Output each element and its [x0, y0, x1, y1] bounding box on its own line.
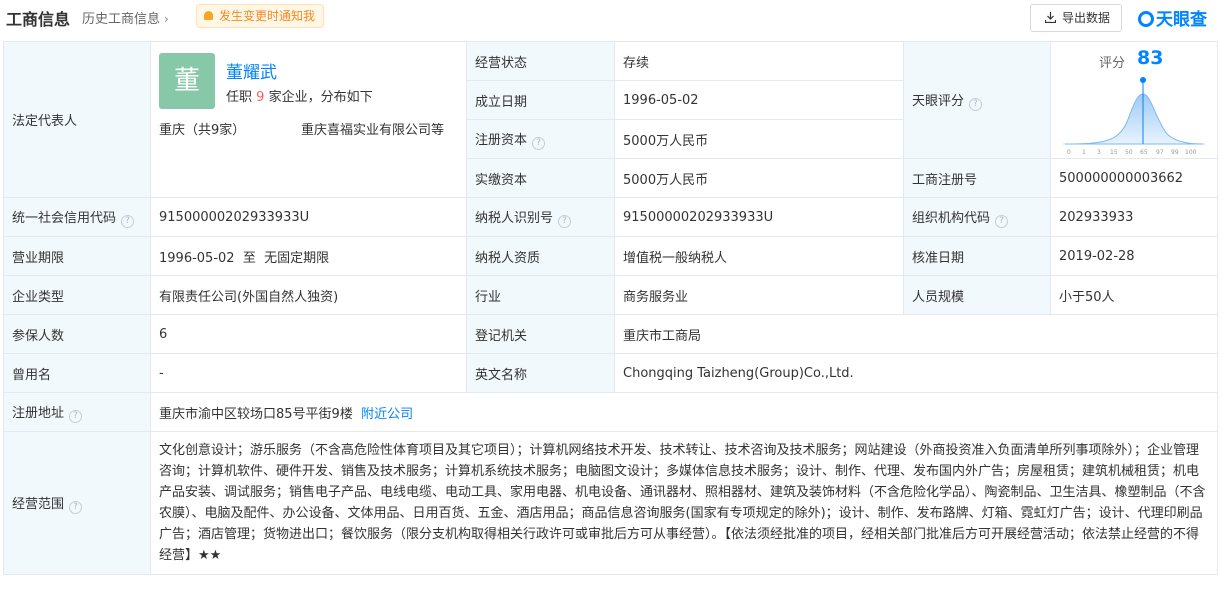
former-name-value: -: [150, 353, 467, 393]
help-icon[interactable]: ?: [558, 214, 572, 228]
taxpayer-id-label: 纳税人识别号: [475, 210, 554, 226]
section-title: 工商信息: [6, 10, 71, 29]
tick-label: 15: [1110, 149, 1118, 156]
score-marker: [1140, 77, 1146, 83]
authority-value: 重庆市工商局: [614, 314, 1218, 354]
insured-label: 参保人数: [3, 314, 151, 354]
tick-label: 0: [1067, 149, 1071, 156]
avatar[interactable]: 董: [159, 53, 215, 109]
credit-code-label: 统一社会信用代码: [12, 210, 117, 226]
en-name-label: 英文名称: [466, 353, 615, 393]
chevron-right-icon: ›: [164, 12, 169, 26]
legal-rep-city[interactable]: 重庆（共9家）: [159, 119, 245, 138]
approve-label: 核准日期: [903, 236, 1051, 276]
address-label: 注册地址: [12, 405, 65, 421]
nearby-companies-link[interactable]: 附近公司: [361, 407, 413, 422]
taxpayer-qual-label: 纳税人资质: [466, 236, 615, 276]
founded-label: 成立日期: [466, 80, 615, 120]
history-label: 历史工商信息: [82, 12, 161, 27]
help-icon[interactable]: ?: [69, 409, 83, 423]
founded-value: 1996-05-02: [614, 80, 904, 120]
tick-label: 65: [1140, 149, 1148, 156]
legal-rep-cell: 董 董耀武 任职 9 家企业，分布如下 重庆（共9家） 重庆喜福实业有限公司等: [150, 41, 467, 198]
score-value: 83: [1137, 47, 1164, 69]
tick-label: 99: [1171, 149, 1179, 156]
staff-label: 人员规模: [903, 275, 1051, 315]
org-code-label: 组织机构代码: [912, 210, 991, 226]
export-label: 导出数据: [1062, 11, 1111, 25]
taxpayer-id-value: 91500000202933933U: [614, 197, 904, 237]
address-value: 重庆市渝中区较场口85号平街9楼: [159, 406, 353, 422]
tick-label: 50: [1125, 149, 1133, 156]
help-icon[interactable]: ?: [532, 136, 546, 150]
scope-label-cell: 经营范围?: [3, 431, 151, 575]
history-link[interactable]: 历史工商信息 ›: [82, 8, 169, 27]
address-cell: 重庆市渝中区较场口85号平街9楼 附近公司: [150, 392, 1218, 432]
approve-value: 2019-02-28: [1050, 236, 1218, 276]
help-icon[interactable]: ?: [121, 214, 135, 228]
industry-value: 商务服务业: [614, 275, 904, 315]
org-code-value: 202933933: [1050, 197, 1218, 237]
score-distribution-chart: 0 1 3 15 50 65 97 99 100: [1063, 77, 1205, 156]
tianyancha-logo: 天眼查: [1138, 5, 1207, 30]
term-label: 营业期限: [3, 236, 151, 276]
score-cell: 评分 83 0 1 3 15 50 65 97 99 100: [1050, 41, 1218, 159]
score-title: 评分: [1099, 56, 1126, 71]
scope-label: 经营范围: [12, 496, 65, 512]
reg-no-label: 工商注册号: [903, 158, 1051, 198]
tick-label: 3: [1097, 149, 1101, 156]
legal-rep-company[interactable]: 重庆喜福实业有限公司等: [301, 119, 444, 138]
paid-capital-value: 5000万人民币: [614, 158, 904, 198]
address-label-cell: 注册地址?: [3, 392, 151, 432]
notify-button[interactable]: 发生变更时通知我: [196, 4, 325, 28]
former-name-label: 曾用名: [3, 353, 151, 393]
industry-label: 行业: [466, 275, 615, 315]
reg-no-value: 500000000003662: [1050, 158, 1218, 198]
authority-label: 登记机关: [466, 314, 615, 354]
tick-labels: 0 1 3 15 50 65 97 99 100: [1067, 149, 1197, 156]
term-value: 1996-05-02 至 无固定期限: [150, 236, 467, 276]
status-label: 经营状态: [466, 41, 615, 81]
bell-icon: [204, 11, 213, 20]
type-label: 企业类型: [3, 275, 151, 315]
legal-rep-count: 任职 9 家企业，分布如下: [226, 86, 373, 105]
count-suffix: 家企业，分布如下: [268, 90, 373, 105]
legal-rep-label: 法定代表人: [3, 41, 151, 198]
score-label-cell: 天眼评分?: [903, 41, 1051, 159]
tick-label: 97: [1156, 149, 1164, 156]
logo-text: 天眼查: [1156, 10, 1207, 30]
credit-code-value: 91500000202933933U: [150, 197, 467, 237]
taxpayer-qual-value: 增值税一般纳税人: [614, 236, 904, 276]
section-header: 工商信息 历史工商信息 › 发生变更时通知我 导出数据 天眼查: [0, 0, 1224, 36]
credit-code-label-cell: 统一社会信用代码?: [3, 197, 151, 237]
paid-capital-label: 实缴资本: [466, 158, 615, 198]
staff-value: 小于50人: [1050, 275, 1218, 315]
status-value: 存续: [614, 41, 904, 81]
reg-capital-label: 注册资本: [475, 132, 528, 148]
taxpayer-id-label-cell: 纳税人识别号?: [466, 197, 615, 237]
tick-label: 100: [1185, 149, 1197, 156]
distribution-curve: [1064, 93, 1204, 145]
count-number: 9: [256, 90, 265, 105]
score-label: 天眼评分: [912, 93, 965, 109]
help-icon[interactable]: ?: [995, 214, 1009, 228]
help-icon[interactable]: ?: [69, 500, 83, 514]
reg-capital-label-cell: 注册资本?: [466, 119, 615, 159]
help-icon[interactable]: ?: [969, 97, 983, 111]
business-info-table: 法定代表人 董 董耀武 任职 9 家企业，分布如下 重庆（共9家） 重庆喜福实业…: [3, 41, 1218, 575]
legal-rep-name[interactable]: 董耀武: [226, 58, 277, 83]
count-prefix: 任职: [226, 90, 253, 105]
type-value: 有限责任公司(外国自然人独资): [150, 275, 467, 315]
notify-label: 发生变更时通知我: [219, 9, 316, 23]
export-button[interactable]: 导出数据: [1030, 4, 1122, 32]
download-icon: [1045, 12, 1056, 23]
en-name-value: Chongqing Taizheng(Group)Co.,Ltd.: [614, 353, 1218, 393]
tick-label: 1: [1082, 149, 1086, 156]
scope-value: 文化创意设计；游乐服务（不含高危险性体育项目及其它项目）；计算机网络技术开发、技…: [150, 431, 1218, 575]
org-code-label-cell: 组织机构代码?: [903, 197, 1051, 237]
logo-icon: [1138, 11, 1154, 27]
insured-value: 6: [150, 314, 467, 354]
reg-capital-value: 5000万人民币: [614, 119, 904, 159]
